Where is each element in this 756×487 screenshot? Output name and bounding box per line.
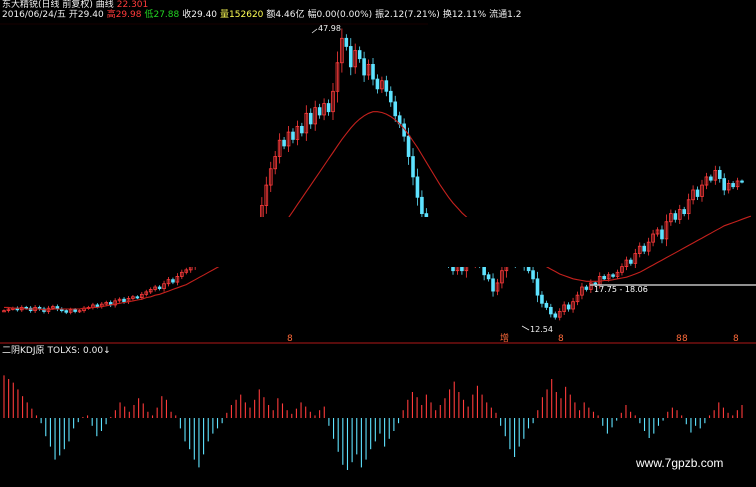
indicator-value-label: TOLXS: xyxy=(47,346,81,356)
indicator-value: 0.00 xyxy=(83,346,104,356)
candle-body xyxy=(642,245,646,252)
chart-title: 东大精锐(日线 前复权) 曲线 xyxy=(2,0,114,10)
event-marker: 增 xyxy=(500,332,509,344)
candle-body xyxy=(375,78,380,90)
watermark: www.7gpzb.com xyxy=(636,456,724,470)
candle-body xyxy=(300,125,304,134)
quote-amount: 4.46亿 xyxy=(275,10,305,20)
candle-body xyxy=(673,213,678,220)
candle-body xyxy=(411,156,415,178)
candle-body xyxy=(722,178,727,191)
candle-body xyxy=(602,275,606,280)
indicator-name: 二阴KDJ原 xyxy=(2,346,45,356)
candle-body xyxy=(317,107,322,116)
candle-body xyxy=(406,135,411,157)
candle-body xyxy=(64,310,69,313)
quote-low: 27.88 xyxy=(153,10,180,20)
quote-amplitude: 2.12(7.21%) xyxy=(384,10,440,20)
candle-body xyxy=(282,139,286,147)
candle-body xyxy=(415,176,420,198)
quote-float: 1.2 xyxy=(507,10,522,20)
candle-body xyxy=(584,286,589,290)
candle-body xyxy=(682,209,687,215)
candle-body xyxy=(611,274,615,277)
candle-body xyxy=(709,176,713,181)
moving-average-line xyxy=(4,111,752,311)
candle-body xyxy=(531,270,535,280)
candle-body xyxy=(135,296,140,299)
candle-body xyxy=(171,279,175,283)
candle-body xyxy=(535,278,540,296)
indicator-label-line: 二阴KDJ原 TOLXS: 0.00↓ xyxy=(2,346,111,356)
candle-body xyxy=(362,58,366,76)
quote-change: 0.00(0.00%) xyxy=(316,10,373,20)
candle-body xyxy=(308,112,313,125)
candle-body xyxy=(544,302,549,308)
candle-body xyxy=(526,266,531,272)
candle-body xyxy=(695,189,700,197)
quote-date: 2016/06/24/五 xyxy=(2,10,66,20)
price-high-arrow xyxy=(311,28,318,34)
candle-body xyxy=(629,259,633,264)
candle-body xyxy=(717,169,722,179)
candle-body xyxy=(491,278,495,292)
chart-title-line: 东大精锐(日线 前复权) 曲线 22.301 xyxy=(2,0,148,10)
price-range-label: 17.75 - 18.06 xyxy=(594,285,648,294)
candle-body xyxy=(344,37,349,47)
candle-body xyxy=(95,304,100,307)
event-marker: 8 xyxy=(558,334,564,344)
price-high-annotation: 47.98 xyxy=(318,24,341,33)
candle-body xyxy=(549,306,553,315)
candle-body xyxy=(326,103,331,113)
event-marker: 8 xyxy=(733,334,739,344)
blackout-top-right xyxy=(428,18,756,112)
candle-body xyxy=(393,101,398,117)
quote-turnover: 12.11% xyxy=(451,10,487,20)
candle-body xyxy=(384,80,389,92)
candle-body xyxy=(388,90,393,103)
event-markers: 8 增 8 8 8 8 xyxy=(287,332,739,344)
candle-body xyxy=(566,304,571,310)
indicator-arrow-icon: ↓ xyxy=(103,346,111,356)
candle-body xyxy=(731,183,735,188)
candle-body xyxy=(553,313,558,318)
quote-open: 29.40 xyxy=(77,10,104,20)
candle-body xyxy=(486,274,491,280)
candle-body xyxy=(348,46,353,68)
quote-volume: 152620 xyxy=(229,10,264,20)
candle-body xyxy=(371,64,375,80)
price-low-arrow xyxy=(521,325,530,331)
candle-body xyxy=(660,229,664,240)
quote-info-line: 2016/06/24/五 开29.40 高29.98 低27.88 收29.40 量152… xyxy=(2,10,522,20)
event-marker: 8 xyxy=(287,334,293,344)
candle-body xyxy=(420,196,424,215)
candle-body xyxy=(122,298,126,303)
candle-body xyxy=(73,309,77,312)
chart-title-value: 22.301 xyxy=(116,0,149,10)
event-marker: 8 xyxy=(682,334,688,344)
candle-body xyxy=(540,294,544,304)
quote-high: 29.98 xyxy=(115,10,142,20)
candle-body xyxy=(291,131,295,140)
candle-body xyxy=(157,286,162,290)
ma-line xyxy=(4,111,752,311)
blackout-middle xyxy=(171,217,584,267)
price-low-annotation: 12.54 xyxy=(530,325,553,334)
candle-body xyxy=(740,180,744,183)
candle-body xyxy=(357,50,362,60)
quote-close: 29.40 xyxy=(191,10,218,20)
